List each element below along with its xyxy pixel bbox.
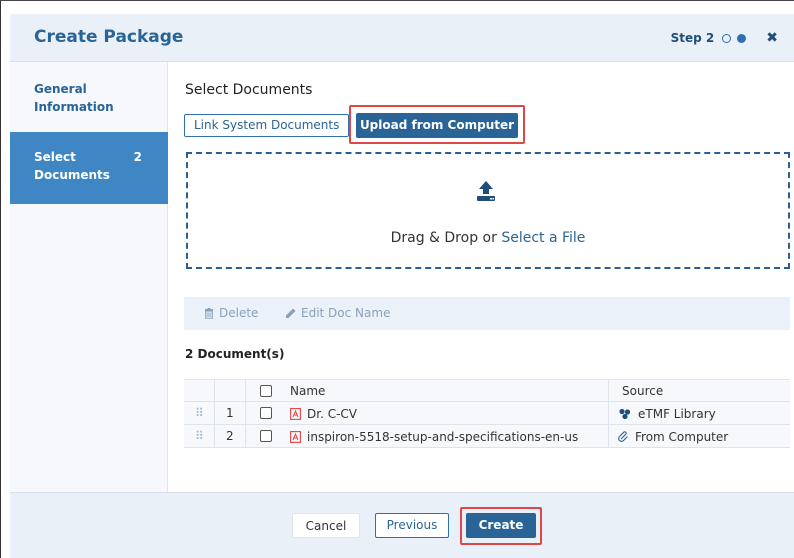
column-divider xyxy=(608,402,609,425)
step-label: Step 2 xyxy=(670,31,715,45)
wizard-sidebar: General Information Select Documents 2 xyxy=(10,62,168,492)
upload-icon xyxy=(477,181,495,201)
row-checkbox[interactable] xyxy=(260,407,272,419)
document-name-cell: inspiron-5518-setup-and-specifications-e… xyxy=(290,425,578,448)
table-row[interactable]: ⠿ 1 Dr. C-CV eTMF Library xyxy=(184,402,790,425)
column-header-source: Source xyxy=(622,384,664,398)
sidebar-item-select-documents[interactable]: Select Documents 2 xyxy=(10,132,168,204)
window-border-left xyxy=(0,0,1,558)
pdf-icon xyxy=(290,407,301,420)
document-source: eTMF Library xyxy=(638,406,716,421)
delete-label: Delete xyxy=(219,306,259,320)
step-1-dot-icon xyxy=(722,33,732,43)
dropzone-text: Drag & Drop or Select a File xyxy=(188,230,788,246)
select-all-checkbox[interactable] xyxy=(260,385,272,397)
step-2-dot-icon xyxy=(737,33,747,43)
sidebar-item-label: Select Documents xyxy=(34,150,110,182)
column-divider xyxy=(245,380,246,403)
dialog-header: Create Package Step 2 ✖ xyxy=(10,14,794,62)
column-divider xyxy=(245,402,246,425)
document-name: Dr. C-CV xyxy=(307,406,357,421)
cancel-button[interactable]: Cancel xyxy=(292,513,360,538)
edit-doc-name-button[interactable]: Edit Doc Name xyxy=(285,306,390,320)
previous-button[interactable]: Previous xyxy=(375,513,449,538)
select-file-link[interactable]: Select a File xyxy=(501,230,585,246)
document-name-cell: Dr. C-CV xyxy=(290,402,357,425)
step-indicator: Step 2 ✖ xyxy=(671,31,778,45)
pencil-icon xyxy=(286,308,296,318)
documents-toolbar: Delete Edit Doc Name xyxy=(184,297,790,330)
highlight-box xyxy=(349,105,525,144)
column-divider xyxy=(608,425,609,448)
edit-doc-name-label: Edit Doc Name xyxy=(301,306,391,320)
column-divider xyxy=(214,402,215,425)
pdf-icon xyxy=(290,430,301,443)
row-number: 2 xyxy=(226,429,234,443)
column-divider xyxy=(214,380,215,403)
table-header-row: Name Source xyxy=(184,379,790,403)
section-title: Select Documents xyxy=(185,82,313,98)
column-divider xyxy=(214,425,215,448)
column-divider xyxy=(608,380,609,403)
file-dropzone[interactable]: Drag & Drop or Select a File xyxy=(186,152,790,269)
trash-icon xyxy=(205,307,213,319)
highlight-box xyxy=(460,507,542,545)
sidebar-item-label: General Information xyxy=(34,82,114,114)
sidebar-item-count: 2 xyxy=(133,150,142,164)
document-source: From Computer xyxy=(635,429,729,444)
tab-link-system-documents[interactable]: Link System Documents xyxy=(184,114,350,137)
library-icon xyxy=(619,408,631,419)
column-divider xyxy=(245,425,246,448)
document-source-cell: From Computer xyxy=(618,425,728,448)
dropzone-instruction: Drag & Drop or xyxy=(390,230,502,246)
table-row[interactable]: ⠿ 2 inspiron-5518-setup-and-specificatio… xyxy=(184,425,790,448)
document-source-cell: eTMF Library xyxy=(618,402,716,425)
drag-handle-icon[interactable]: ⠿ xyxy=(195,402,204,425)
paperclip-icon xyxy=(618,431,628,442)
drag-handle-icon[interactable]: ⠿ xyxy=(195,425,204,448)
close-icon[interactable]: ✖ xyxy=(766,31,778,45)
row-checkbox[interactable] xyxy=(260,430,272,442)
documents-table: Name Source ⠿ 1 Dr. C-CV eTMF Library ⠿ xyxy=(184,379,790,448)
dialog-title: Create Package xyxy=(34,27,184,47)
document-count: 2 Document(s) xyxy=(185,347,285,361)
document-name: inspiron-5518-setup-and-specifications-e… xyxy=(307,429,579,444)
row-number: 1 xyxy=(226,406,234,420)
window-border-top xyxy=(0,0,794,1)
delete-button[interactable]: Delete xyxy=(204,306,258,320)
column-header-name: Name xyxy=(290,384,326,398)
sidebar-item-general-information[interactable]: General Information xyxy=(10,80,168,116)
